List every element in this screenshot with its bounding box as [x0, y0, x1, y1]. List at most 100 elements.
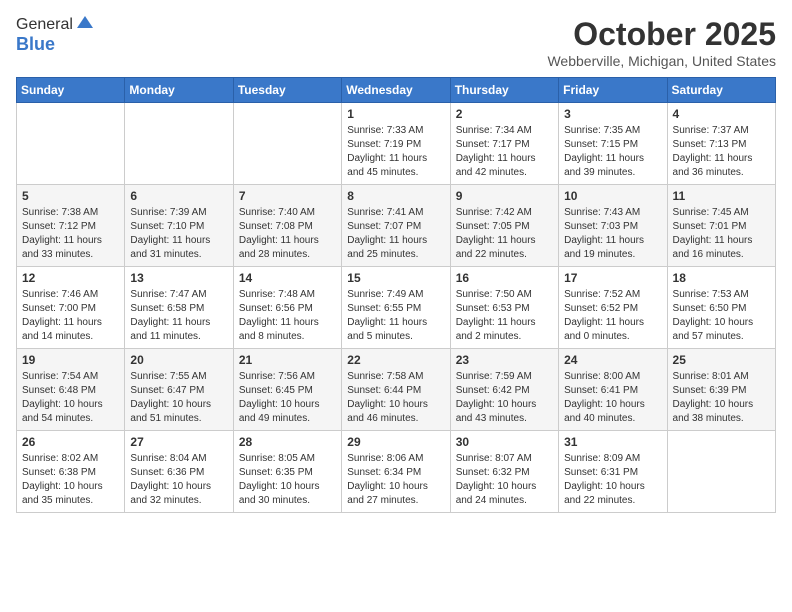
day-info: Sunrise: 7:37 AM Sunset: 7:13 PM Dayligh… [673, 124, 770, 180]
calendar-cell [233, 103, 341, 185]
calendar-cell: 10Sunrise: 7:43 AM Sunset: 7:03 PM Dayli… [559, 185, 667, 267]
day-info: Sunrise: 7:58 AM Sunset: 6:44 PM Dayligh… [347, 370, 444, 426]
calendar-table: SundayMondayTuesdayWednesdayThursdayFrid… [16, 77, 776, 513]
day-number: 24 [564, 353, 661, 367]
calendar-cell: 19 Sunrise: 7:54 AM Sunset: 6:48 PM Dayli… [17, 349, 125, 431]
calendar-cell: 30 Sunrise: 8:07 AM Sunset: 6:32 PM Dayli… [450, 431, 558, 513]
calendar-cell: 23 Sunrise: 7:59 AM Sunset: 6:42 PM Dayli… [450, 349, 558, 431]
day-info: Sunrise: 7:41 AM Sunset: 7:07 PM Dayligh… [347, 206, 444, 262]
day-number: 20 [130, 353, 227, 367]
calendar-cell: 5 Sunrise: 7:38 AM Sunset: 7:12 PM Daylig… [17, 185, 125, 267]
day-number: 27 [130, 435, 227, 449]
calendar-cell: 25 Sunrise: 8:01 AM Sunset: 6:39 PM Dayli… [667, 349, 775, 431]
day-number: 7 [239, 189, 336, 203]
calendar-cell: 9Sunrise: 7:42 AM Sunset: 7:05 PM Daylig… [450, 185, 558, 267]
weekday-header: Tuesday [233, 78, 341, 103]
day-number: 19 [22, 353, 119, 367]
calendar-cell: 20Sunrise: 7:55 AM Sunset: 6:47 PM Dayli… [125, 349, 233, 431]
calendar-cell: 26 Sunrise: 8:02 AM Sunset: 6:38 PM Dayli… [17, 431, 125, 513]
day-info: Sunrise: 7:33 AM Sunset: 7:19 PM Dayligh… [347, 124, 444, 180]
logo-general-text: General [16, 16, 73, 34]
day-info: Sunrise: 8:04 AM Sunset: 6:36 PM Dayligh… [130, 452, 227, 508]
day-number: 15 [347, 271, 444, 285]
day-info: Sunrise: 8:07 AM Sunset: 6:32 PM Dayligh… [456, 452, 553, 508]
day-info: Sunrise: 7:49 AM Sunset: 6:55 PM Dayligh… [347, 288, 444, 344]
day-number: 30 [456, 435, 553, 449]
day-number: 2 [456, 107, 553, 121]
day-number: 25 [673, 353, 770, 367]
calendar-cell [125, 103, 233, 185]
calendar-cell: 18 Sunrise: 7:53 AM Sunset: 6:50 PM Dayli… [667, 267, 775, 349]
day-number: 23 [456, 353, 553, 367]
weekday-header: Friday [559, 78, 667, 103]
day-number: 9 [456, 189, 553, 203]
calendar-cell: 16Sunrise: 7:50 AM Sunset: 6:53 PM Dayli… [450, 267, 558, 349]
calendar-week-row: 12 Sunrise: 7:46 AM Sunset: 7:00 PM Dayli… [17, 267, 776, 349]
day-number: 18 [673, 271, 770, 285]
calendar-cell: 1 Sunrise: 7:33 AM Sunset: 7:19 PM Daylig… [342, 103, 450, 185]
day-info: Sunrise: 8:00 AM Sunset: 6:41 PM Dayligh… [564, 370, 661, 426]
day-number: 29 [347, 435, 444, 449]
weekday-header: Monday [125, 78, 233, 103]
day-info: Sunrise: 7:39 AM Sunset: 7:10 PM Dayligh… [130, 206, 227, 262]
calendar-cell: 17Sunrise: 7:52 AM Sunset: 6:52 PM Dayli… [559, 267, 667, 349]
day-info: Sunrise: 8:09 AM Sunset: 6:31 PM Dayligh… [564, 452, 661, 508]
calendar-cell: 21 Sunrise: 7:56 AM Sunset: 6:45 PM Dayli… [233, 349, 341, 431]
weekday-header: Sunday [17, 78, 125, 103]
calendar-cell: 12 Sunrise: 7:46 AM Sunset: 7:00 PM Dayli… [17, 267, 125, 349]
calendar-cell: 31 Sunrise: 8:09 AM Sunset: 6:31 PM Dayli… [559, 431, 667, 513]
calendar-cell: 11Sunrise: 7:45 AM Sunset: 7:01 PM Dayli… [667, 185, 775, 267]
weekday-header: Wednesday [342, 78, 450, 103]
day-number: 11 [673, 189, 770, 203]
day-info: Sunrise: 7:53 AM Sunset: 6:50 PM Dayligh… [673, 288, 770, 344]
calendar-week-row: 5 Sunrise: 7:38 AM Sunset: 7:12 PM Daylig… [17, 185, 776, 267]
weekday-header-row: SundayMondayTuesdayWednesdayThursdayFrid… [17, 78, 776, 103]
day-number: 12 [22, 271, 119, 285]
day-info: Sunrise: 7:48 AM Sunset: 6:56 PM Dayligh… [239, 288, 336, 344]
title-block: October 2025 Webberville, Michigan, Unit… [547, 16, 776, 69]
day-info: Sunrise: 7:47 AM Sunset: 6:58 PM Dayligh… [130, 288, 227, 344]
day-info: Sunrise: 8:05 AM Sunset: 6:35 PM Dayligh… [239, 452, 336, 508]
day-info: Sunrise: 7:56 AM Sunset: 6:45 PM Dayligh… [239, 370, 336, 426]
calendar-cell: 15 Sunrise: 7:49 AM Sunset: 6:55 PM Dayli… [342, 267, 450, 349]
day-info: Sunrise: 8:01 AM Sunset: 6:39 PM Dayligh… [673, 370, 770, 426]
calendar-cell: 7 Sunrise: 7:40 AM Sunset: 7:08 PM Daylig… [233, 185, 341, 267]
day-info: Sunrise: 7:34 AM Sunset: 7:17 PM Dayligh… [456, 124, 553, 180]
calendar-week-row: 19 Sunrise: 7:54 AM Sunset: 6:48 PM Dayli… [17, 349, 776, 431]
month-title: October 2025 [547, 16, 776, 53]
calendar-cell: 2 Sunrise: 7:34 AM Sunset: 7:17 PM Daylig… [450, 103, 558, 185]
calendar-cell: 13 Sunrise: 7:47 AM Sunset: 6:58 PM Dayli… [125, 267, 233, 349]
calendar-week-row: 1 Sunrise: 7:33 AM Sunset: 7:19 PM Daylig… [17, 103, 776, 185]
calendar-cell [667, 431, 775, 513]
day-info: Sunrise: 7:50 AM Sunset: 6:53 PM Dayligh… [456, 288, 553, 344]
day-number: 13 [130, 271, 227, 285]
day-number: 14 [239, 271, 336, 285]
day-number: 1 [347, 107, 444, 121]
day-number: 10 [564, 189, 661, 203]
day-info: Sunrise: 7:46 AM Sunset: 7:00 PM Dayligh… [22, 288, 119, 344]
day-number: 21 [239, 353, 336, 367]
calendar-cell: 28Sunrise: 8:05 AM Sunset: 6:35 PM Dayli… [233, 431, 341, 513]
day-number: 3 [564, 107, 661, 121]
day-info: Sunrise: 7:38 AM Sunset: 7:12 PM Dayligh… [22, 206, 119, 262]
calendar-week-row: 26 Sunrise: 8:02 AM Sunset: 6:38 PM Dayli… [17, 431, 776, 513]
calendar-cell: 22 Sunrise: 7:58 AM Sunset: 6:44 PM Dayli… [342, 349, 450, 431]
calendar-cell: 24 Sunrise: 8:00 AM Sunset: 6:41 PM Dayli… [559, 349, 667, 431]
day-info: Sunrise: 8:06 AM Sunset: 6:34 PM Dayligh… [347, 452, 444, 508]
calendar-cell: 3Sunrise: 7:35 AM Sunset: 7:15 PM Daylig… [559, 103, 667, 185]
day-info: Sunrise: 7:40 AM Sunset: 7:08 PM Dayligh… [239, 206, 336, 262]
logo-icon [75, 14, 95, 34]
location: Webberville, Michigan, United States [547, 53, 776, 69]
day-number: 8 [347, 189, 444, 203]
calendar-cell [17, 103, 125, 185]
calendar-cell: 6Sunrise: 7:39 AM Sunset: 7:10 PM Daylig… [125, 185, 233, 267]
day-info: Sunrise: 7:54 AM Sunset: 6:48 PM Dayligh… [22, 370, 119, 426]
day-info: Sunrise: 7:59 AM Sunset: 6:42 PM Dayligh… [456, 370, 553, 426]
day-number: 31 [564, 435, 661, 449]
day-info: Sunrise: 8:02 AM Sunset: 6:38 PM Dayligh… [22, 452, 119, 508]
day-number: 22 [347, 353, 444, 367]
day-number: 5 [22, 189, 119, 203]
logo-blue-text: Blue [16, 34, 95, 55]
day-number: 26 [22, 435, 119, 449]
day-info: Sunrise: 7:52 AM Sunset: 6:52 PM Dayligh… [564, 288, 661, 344]
